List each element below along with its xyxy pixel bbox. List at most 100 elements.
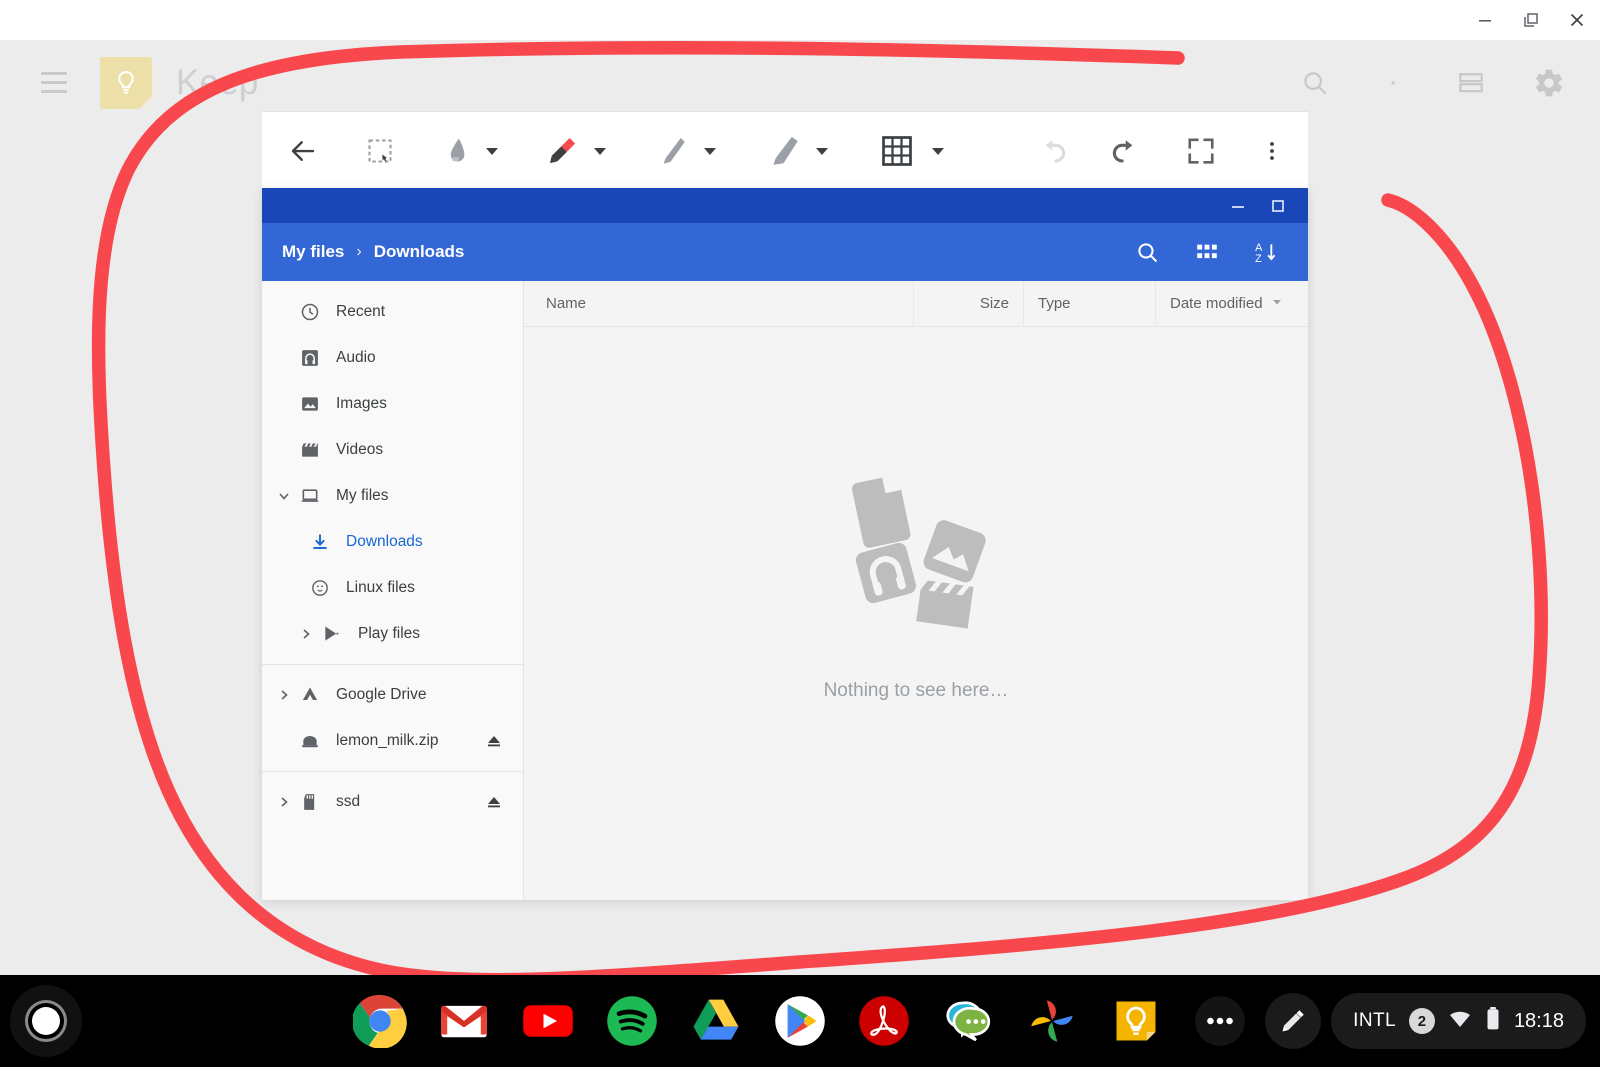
chevron-right-icon[interactable] xyxy=(272,688,296,702)
sidebar-divider xyxy=(262,771,523,772)
sidebar-item-label: Videos xyxy=(336,441,384,458)
play-store-icon[interactable] xyxy=(772,993,828,1049)
youtube-icon[interactable] xyxy=(520,993,576,1049)
refresh-dot-icon[interactable] xyxy=(1376,66,1410,100)
sidebar-item-downloads[interactable]: Downloads xyxy=(262,519,523,565)
pencil-options-chevron-down-icon[interactable] xyxy=(700,112,720,190)
hamburger-menu-icon[interactable] xyxy=(30,59,78,107)
sidebar-item-images[interactable]: Images xyxy=(262,381,523,427)
keep-lightbulb-logo xyxy=(100,56,152,109)
os-window-titlebar xyxy=(0,0,1600,40)
sidebar-item-google-drive[interactable]: Google Drive xyxy=(262,672,523,718)
chevron-right-icon[interactable] xyxy=(272,795,296,809)
audio-icon xyxy=(855,542,917,604)
shelf-app-list xyxy=(352,993,1248,1049)
grid-options-chevron-down-icon[interactable] xyxy=(928,112,948,190)
launcher-button[interactable] xyxy=(10,985,82,1057)
chevron-down-icon[interactable] xyxy=(272,489,296,503)
spotify-icon[interactable] xyxy=(604,993,660,1049)
eject-icon[interactable] xyxy=(483,732,505,750)
svg-text:Z: Z xyxy=(1255,253,1262,265)
pen-icon[interactable] xyxy=(536,112,590,190)
grid-icon[interactable] xyxy=(866,112,928,190)
breadcrumb-current[interactable]: Downloads xyxy=(374,242,465,262)
overflow-icon[interactable] xyxy=(1192,993,1248,1049)
sidebar-item-videos[interactable]: Videos xyxy=(262,427,523,473)
sidebar-item-label: Linux files xyxy=(346,579,415,596)
chevron-right-icon[interactable] xyxy=(294,627,318,641)
pen-options-chevron-down-icon[interactable] xyxy=(590,112,610,190)
wifi-icon xyxy=(1448,1008,1472,1035)
files-toolbar: My files › Downloads A Z xyxy=(262,223,1308,281)
files-minimize-button[interactable] xyxy=(1218,188,1258,223)
stylus-pen-icon[interactable] xyxy=(1265,993,1322,1049)
files-column-headers: Name Size Type Date modified xyxy=(524,280,1308,327)
highlighter-icon[interactable] xyxy=(756,112,812,190)
tray-status-area[interactable]: INTL 2 18:18 xyxy=(1331,993,1586,1049)
sidebar-item-ssd[interactable]: ssd xyxy=(262,779,523,825)
image-icon xyxy=(296,394,324,414)
chromeos-shelf: INTL 2 18:18 xyxy=(0,975,1600,1067)
restore-window-button[interactable] xyxy=(1508,0,1554,40)
video-icon xyxy=(296,440,324,460)
list-view-icon[interactable] xyxy=(1454,66,1488,100)
files-app-window: My files › Downloads A Z Recent Audio Im… xyxy=(262,188,1308,900)
breadcrumb-root[interactable]: My files xyxy=(282,242,344,262)
messages-icon[interactable] xyxy=(940,993,996,1049)
column-header-size[interactable]: Size xyxy=(914,280,1024,327)
chrome-icon[interactable] xyxy=(352,993,408,1049)
sidebar-item-my-files[interactable]: My files xyxy=(262,473,523,519)
eject-icon[interactable] xyxy=(483,793,505,811)
files-sidebar: Recent Audio Images Videos My files Down… xyxy=(262,281,524,900)
column-header-type[interactable]: Type xyxy=(1024,280,1156,327)
breadcrumb: My files › Downloads xyxy=(282,242,464,262)
sidebar-item-recent[interactable]: Recent xyxy=(262,289,523,335)
grid-view-icon[interactable] xyxy=(1192,237,1222,267)
clock-icon xyxy=(296,302,324,322)
sidebar-item-linux-files[interactable]: Linux files xyxy=(262,565,523,611)
annotation-toolbar xyxy=(262,112,1308,190)
highlighter-options-chevron-down-icon[interactable] xyxy=(812,112,832,190)
more-vert-icon[interactable] xyxy=(1236,112,1308,190)
linux-penguin-icon xyxy=(306,578,334,598)
eraser-icon[interactable] xyxy=(432,112,482,190)
google-photos-icon[interactable] xyxy=(1024,993,1080,1049)
document-icon xyxy=(852,477,911,548)
keep-icon[interactable] xyxy=(1108,993,1164,1049)
notification-count-badge: 2 xyxy=(1408,1008,1435,1034)
sidebar-item-audio[interactable]: Audio xyxy=(262,335,523,381)
fullscreen-icon[interactable] xyxy=(1166,112,1236,190)
column-header-name[interactable]: Name xyxy=(524,280,914,327)
adobe-acrobat-icon[interactable] xyxy=(856,993,912,1049)
back-arrow-icon[interactable] xyxy=(262,112,344,190)
files-toolbar-actions: A Z xyxy=(1132,237,1294,267)
redo-icon[interactable] xyxy=(1092,112,1158,190)
pencil-icon[interactable] xyxy=(648,112,700,190)
sidebar-item-label: Audio xyxy=(336,349,376,366)
files-main-panel: Name Size Type Date modified Nothing to … xyxy=(524,280,1308,900)
gmail-icon[interactable] xyxy=(436,993,492,1049)
files-maximize-button[interactable] xyxy=(1258,188,1298,223)
sort-az-icon[interactable]: A Z xyxy=(1252,237,1282,267)
keep-header-actions xyxy=(1298,40,1566,125)
sidebar-item-label: Images xyxy=(336,395,387,412)
crop-select-icon[interactable] xyxy=(344,112,416,190)
close-window-button[interactable] xyxy=(1554,0,1600,40)
battery-icon xyxy=(1485,1006,1501,1037)
settings-gear-icon[interactable] xyxy=(1532,66,1566,100)
search-icon[interactable] xyxy=(1298,66,1332,100)
archive-icon xyxy=(296,731,324,751)
sidebar-item-lemon-milk-zip[interactable]: lemon_milk.zip xyxy=(262,718,523,764)
system-tray: INTL 2 18:18 xyxy=(1265,993,1586,1049)
column-header-date-modified[interactable]: Date modified xyxy=(1156,281,1308,327)
download-icon xyxy=(306,532,334,552)
undo-icon[interactable] xyxy=(1020,112,1086,190)
minimize-window-button[interactable] xyxy=(1462,0,1508,40)
sidebar-item-label: Downloads xyxy=(346,533,423,550)
sidebar-item-label: Google Drive xyxy=(336,686,427,703)
sidebar-item-play-files[interactable]: Play files xyxy=(262,611,523,657)
eraser-options-chevron-down-icon[interactable] xyxy=(482,112,502,190)
google-drive-icon xyxy=(296,685,324,705)
search-icon[interactable] xyxy=(1132,237,1162,267)
google-drive-icon[interactable] xyxy=(688,993,744,1049)
